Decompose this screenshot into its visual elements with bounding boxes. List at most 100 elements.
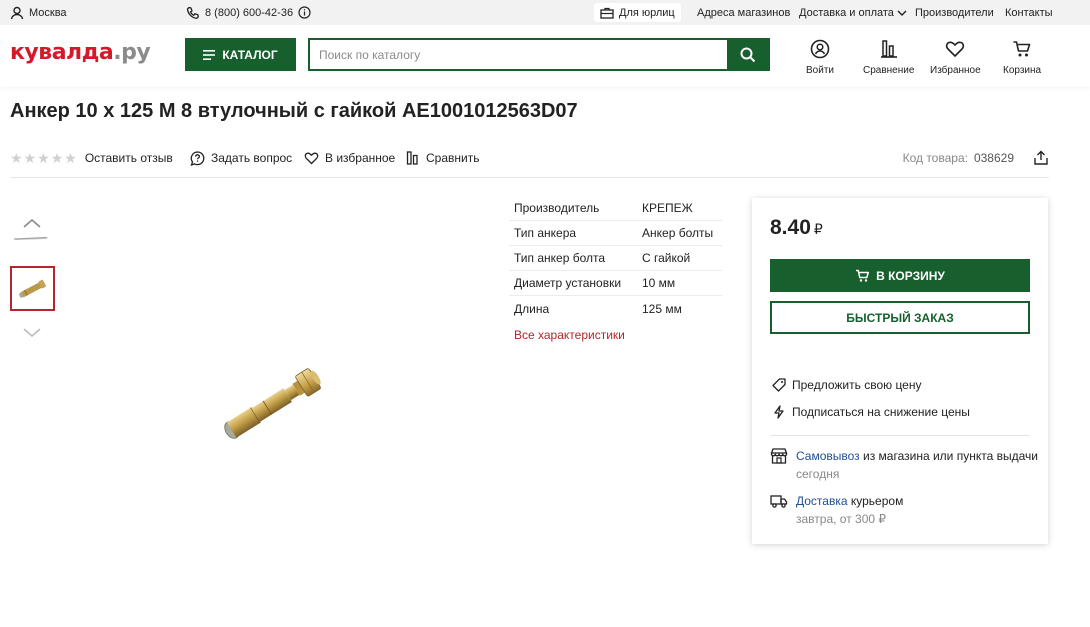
question-label: Задать вопрос [211,151,293,165]
spec-value: С гайкой [642,251,691,265]
spec-key: Тип анкера [514,226,577,240]
pickup-text: из магазина или пункта выдачи [859,449,1038,463]
favorites-link[interactable]: Избранное [930,39,981,76]
price-value: 8.40 [770,216,811,239]
city-label: Москва [29,6,67,19]
spec-row: Тип анкер болта С гайкой [509,246,722,271]
legal-label: Для юрлиц [619,6,675,19]
tag-icon [772,378,786,392]
rating-stars: ★ ★ ★ ★ ★ [10,151,78,165]
buybox-divider [770,435,1030,436]
product-actions: ★ ★ ★ ★ ★ Оставить отзыв Задать вопрос В изб… [10,148,1049,168]
star-icon: ★ [23,150,37,166]
manufacturers-label: Производители [915,6,994,19]
top-bar: Москва 8 (800) 600-42-36 Для юрлиц Адрес… [0,0,1090,25]
buy-box: 8.40 ₽ В КОРЗИНУ БЫСТРЫЙ ЗАКАЗ Предложить… [752,198,1048,544]
info-icon[interactable] [298,6,311,19]
spec-key: Тип анкер болта [514,251,606,265]
gallery-thumbnail-partial[interactable] [10,228,50,242]
site-logo[interactable]: кувалда.ру [10,40,151,65]
pickup-when: сегодня [796,467,840,481]
offer-price-label: Предложить свою цену [792,378,922,392]
quick-order-button[interactable]: БЫСТРЫЙ ЗАКАЗ [770,301,1030,334]
product-image[interactable] [210,355,345,450]
delivery-menu[interactable]: Доставка и оплата [799,0,907,25]
star-icon: ★ [10,150,23,166]
spec-value: КРЕПЕЖ [642,201,693,215]
share-button[interactable] [1033,148,1049,168]
phone-icon [186,6,199,19]
price: 8.40 ₽ [770,216,823,240]
compare-label: Сравнить [426,151,480,165]
search-icon [740,47,755,62]
add-to-cart-button[interactable]: В КОРЗИНУ [770,259,1030,292]
spec-row: Длина 125 мм [509,296,722,321]
favorites-label: Избранное [930,65,981,76]
pickup-link[interactable]: Самовывоз [796,449,860,463]
phone-link[interactable]: 8 (800) 600-42-36 [186,0,311,25]
delivery-info: Доставка курьером завтра, от 300 ₽ [770,492,1040,528]
spec-row: Тип анкера Анкер болты [509,221,722,246]
gallery-down-button[interactable] [23,327,41,341]
stores-label: Адреса магазинов [697,6,791,19]
all-specs-link[interactable]: Все характеристики [514,328,625,342]
product-code-value: 038629 [973,151,1014,165]
logo-domain: .ру [113,40,151,65]
cart-label: Корзина [1003,65,1042,76]
product-code-label: Код товара: [902,151,968,165]
add-to-favorites-link[interactable]: В избранное [304,148,395,168]
star-icon: ★ [64,150,77,166]
compare-link[interactable]: Сравнение [863,39,914,76]
city-selector[interactable]: Москва [10,0,67,25]
heart-icon [946,41,965,57]
cart-link[interactable]: Корзина [1003,39,1041,76]
anchor-bolt-image [224,368,321,439]
delivery-link[interactable]: Доставка [796,494,848,508]
spec-key: Диаметр установки [514,276,622,290]
delivery-label: Доставка и оплата [799,6,894,19]
login-link[interactable]: Войти [806,39,834,76]
truck-icon [770,495,788,508]
chevron-down-icon [897,10,907,16]
heart-icon [304,152,319,165]
price-currency: ₽ [813,221,823,237]
product-code: Код товара: 038629 [903,148,1014,168]
user-icon [810,39,830,59]
question-icon [190,150,205,166]
spec-key: Производитель [514,201,600,215]
search-bar [308,38,770,71]
gallery-thumbnail-active[interactable] [10,266,55,311]
anchor-bolt-thumbnail [18,279,46,298]
lightning-icon [774,405,784,419]
contacts-link[interactable]: Контакты [1005,0,1053,25]
share-icon [1034,150,1048,165]
store-icon [770,448,788,464]
compare-label: Сравнение [863,65,915,76]
favorite-label: В избранное [325,151,396,165]
compare-product-link[interactable]: Сравнить [406,148,479,168]
logo-main: кувалда [10,40,114,65]
compare-icon [880,40,897,58]
leave-review-link[interactable]: ★ ★ ★ ★ ★ Оставить отзыв [10,148,173,168]
briefcase-icon [600,7,614,19]
search-button[interactable] [727,40,768,69]
cart-icon [856,269,870,282]
location-icon [10,6,24,19]
delivery-when: завтра, от 300 ₽ [796,512,887,526]
compare-icon [406,151,418,165]
ask-question-link[interactable]: Задать вопрос [190,148,292,168]
offer-price-link[interactable]: Предложить свою цену [772,377,922,393]
star-icon: ★ [37,150,50,166]
quick-order-label: БЫСТРЫЙ ЗАКАЗ [846,310,954,325]
spec-value: Анкер болты [642,226,714,240]
pickup-info: Самовывоз из магазина или пункта выдачи … [770,447,1040,483]
subscribe-label: Подписаться на снижение цены [792,405,970,419]
catalog-button[interactable]: КАТАЛОГ [185,38,296,71]
delivery-text: курьером [847,494,904,508]
search-input[interactable] [310,40,727,69]
cart-icon [1013,41,1031,57]
subscribe-price-link[interactable]: Подписаться на снижение цены [772,404,970,420]
manufacturers-link[interactable]: Производители [915,0,994,25]
legal-entities-link[interactable]: Для юрлиц [594,3,681,22]
stores-link[interactable]: Адреса магазинов [697,0,790,25]
